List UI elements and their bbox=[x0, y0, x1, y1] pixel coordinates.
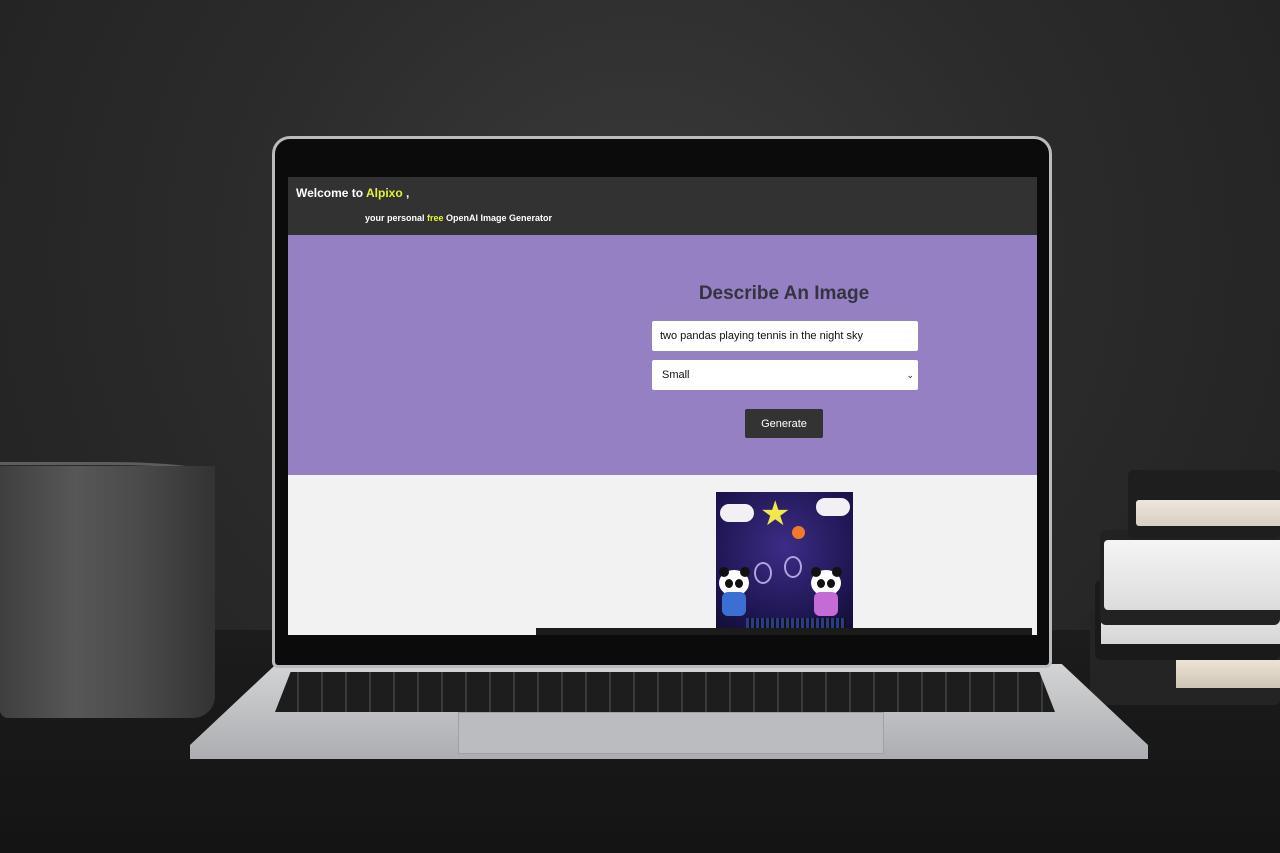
tagline-suffix: OpenAI Image Generator bbox=[443, 213, 553, 223]
coffee-mug bbox=[0, 466, 215, 718]
prompt-input[interactable] bbox=[652, 321, 918, 351]
tennis-racket bbox=[784, 556, 802, 578]
laptop-trackpad bbox=[458, 712, 884, 754]
cloud-shape bbox=[720, 504, 754, 522]
panda-ear bbox=[719, 567, 729, 577]
panda-body bbox=[722, 592, 746, 616]
panda-left bbox=[716, 567, 752, 618]
panda-ear bbox=[811, 567, 821, 577]
welcome-title: Welcome to Alpixo , bbox=[296, 186, 409, 200]
horizontal-scrollbar[interactable] bbox=[536, 628, 1032, 635]
tennis-racket bbox=[754, 562, 772, 584]
panda-ear bbox=[832, 567, 842, 577]
tagline: your personal free OpenAI Image Generato… bbox=[365, 213, 552, 223]
panda-eye bbox=[735, 579, 743, 588]
tennis-ball bbox=[792, 526, 805, 539]
generated-image: ★ bbox=[716, 492, 853, 629]
tagline-free: free bbox=[427, 213, 444, 223]
app-screen: Welcome to Alpixo , your personal free O… bbox=[288, 177, 1037, 635]
book-pages bbox=[1176, 660, 1280, 688]
cloud-shape bbox=[816, 498, 850, 516]
generator-form-section: Describe An Image Small ⌄ Generate bbox=[288, 235, 1037, 475]
panda-right bbox=[808, 567, 844, 618]
book-stack-second bbox=[1100, 530, 1280, 625]
form-title: Describe An Image bbox=[698, 283, 870, 304]
size-select-value: Small bbox=[662, 369, 690, 381]
book-pages bbox=[1104, 540, 1280, 610]
panda-ear bbox=[740, 567, 750, 577]
generate-button[interactable]: Generate bbox=[745, 409, 823, 438]
book-pages bbox=[1136, 500, 1280, 526]
welcome-prefix: Welcome to bbox=[296, 186, 367, 200]
size-select[interactable]: Small ⌄ bbox=[652, 360, 918, 390]
panda-eye bbox=[817, 579, 825, 588]
star-shape: ★ bbox=[760, 495, 791, 533]
chevron-down-icon: ⌄ bbox=[906, 370, 914, 380]
laptop-keyboard bbox=[275, 672, 1055, 712]
app-header: Welcome to Alpixo , your personal free O… bbox=[288, 177, 1037, 235]
panda-eye bbox=[725, 579, 733, 588]
tagline-prefix: your personal bbox=[365, 213, 428, 223]
brand-name: Alpixo bbox=[366, 186, 403, 200]
panda-body bbox=[814, 592, 838, 616]
panda-eye bbox=[827, 579, 835, 588]
welcome-suffix: , bbox=[402, 186, 410, 200]
book-stack-top bbox=[1128, 470, 1280, 538]
